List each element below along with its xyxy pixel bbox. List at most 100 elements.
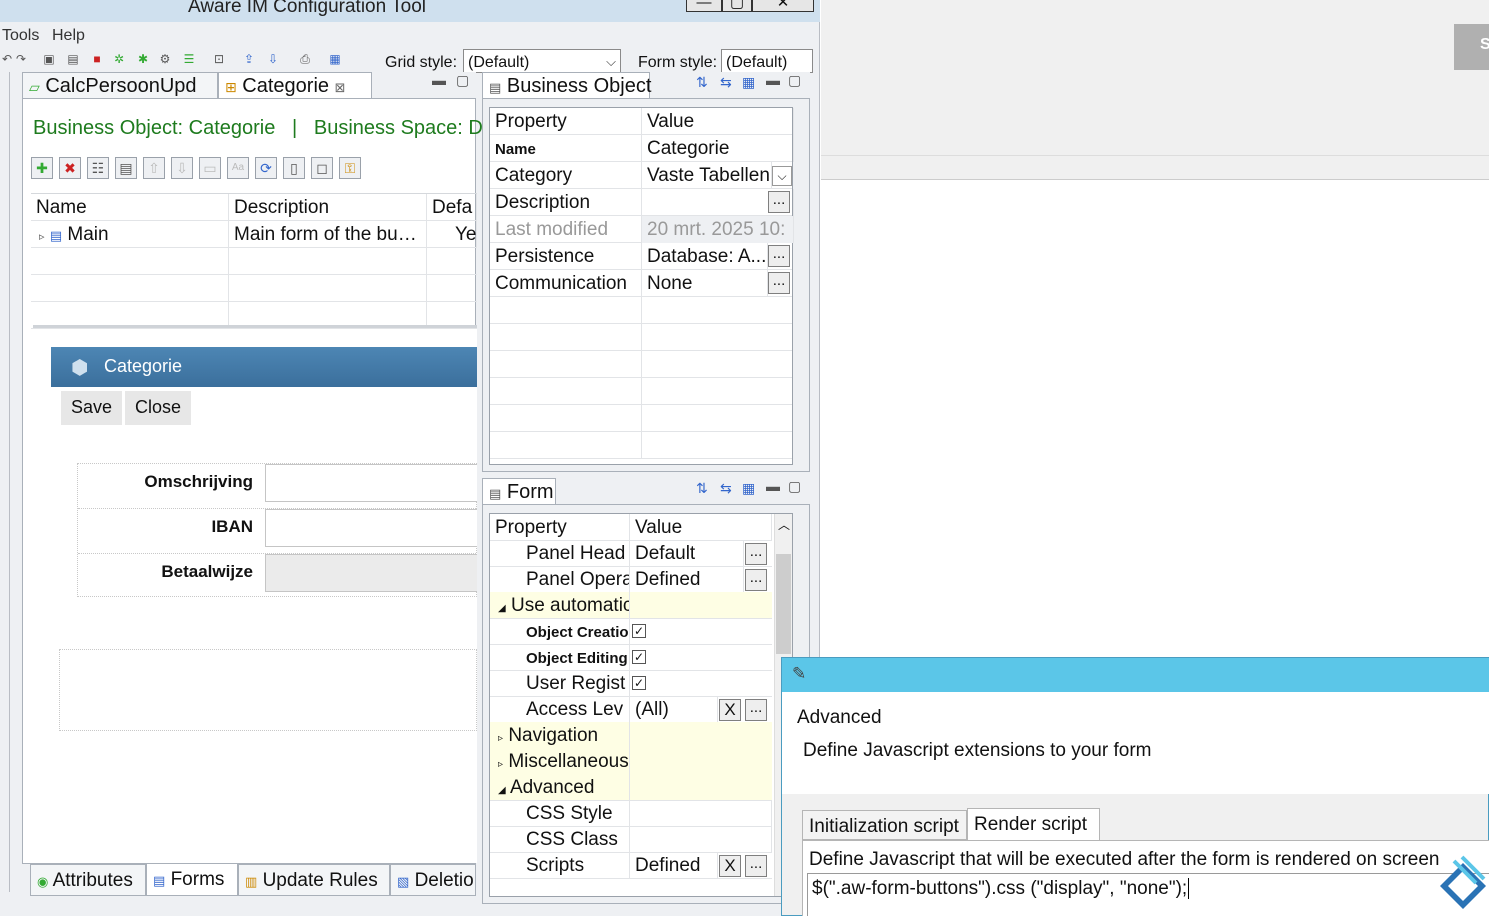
sort-icon[interactable]: ⇅	[696, 74, 708, 91]
category-select[interactable]: Vaste Tabellen	[642, 162, 772, 189]
category-row[interactable]: ◢ Advanced	[490, 774, 772, 801]
tab-business-object[interactable]: ▤ Business Object	[482, 72, 651, 98]
tab-categorie[interactable]: ⊞ Categorie ⊠	[218, 72, 372, 98]
tab-forms[interactable]: ▤ Forms	[146, 864, 238, 896]
import-icon[interactable]: ⇩	[266, 52, 280, 66]
form-style-select[interactable]: (Default)	[721, 49, 813, 73]
tab-deletion[interactable]: ▧ Deletio	[390, 864, 476, 896]
tab-update-rules[interactable]: ▥ Update Rules	[238, 864, 390, 896]
tab-initialization-script[interactable]: Initialization script	[802, 810, 967, 840]
minimize-panel-icon[interactable]: ▬	[766, 478, 780, 494]
property-row-description[interactable]: Description ...	[490, 189, 794, 216]
property-value[interactable]: Defined	[630, 566, 744, 593]
column-header-description[interactable]: Description	[229, 194, 427, 221]
undo-icon[interactable]: ↶	[0, 52, 14, 66]
property-row-communication[interactable]: Communication None ...	[490, 270, 792, 297]
property-row[interactable]: User Regist ✓	[490, 670, 772, 697]
property-row[interactable]: Panel Opera Defined ...	[490, 566, 772, 593]
menu-tools[interactable]: Tools	[2, 27, 39, 45]
property-row-name[interactable]: Name Categorie	[490, 135, 794, 162]
connect-icon[interactable]: ⚙	[158, 52, 172, 66]
copy-icon[interactable]: ▭	[199, 157, 221, 179]
panel-operations-edit-button[interactable]: ...	[745, 569, 767, 591]
script-editor[interactable]: $(".aw-form-buttons").css ("display", "n…	[807, 873, 1489, 916]
bug-icon[interactable]: ✱	[136, 52, 150, 66]
property-value[interactable]	[630, 800, 772, 827]
property-row[interactable]: CSS Style	[490, 800, 772, 827]
move-down-icon[interactable]: ⇩	[171, 157, 193, 179]
category-row[interactable]: ▹ Navigation	[490, 722, 772, 749]
minimize-panel-icon[interactable]: ▬	[432, 72, 446, 88]
maximize-panel-icon[interactable]: ▢	[788, 478, 801, 495]
filter-icon[interactable]: ⇆	[720, 480, 732, 497]
maximize-button[interactable]: ▢	[722, 0, 752, 12]
menu-help[interactable]: Help	[52, 27, 85, 45]
tab-calcpersoonupd[interactable]: ▱ CalcPersoonUpd	[22, 72, 218, 98]
chevron-down-icon[interactable]: ⌵	[772, 166, 792, 186]
grid-style-select[interactable]: (Default) ⌵	[463, 49, 621, 73]
property-value[interactable]: Default	[630, 540, 744, 567]
properties-icon[interactable]: ☷	[87, 157, 109, 179]
user-registration-checkbox[interactable]: ✓	[632, 676, 646, 690]
expand-arrow-icon[interactable]: ▹	[39, 231, 45, 243]
property-value[interactable]: Defined	[630, 852, 718, 879]
property-row-persistence[interactable]: Persistence Database: A... ...	[490, 243, 792, 270]
property-value[interactable]	[630, 826, 772, 853]
font-icon[interactable]: Aa	[227, 157, 249, 179]
panel-header-edit-button[interactable]: ...	[745, 543, 767, 565]
table-row[interactable]: ▹ ▤ Main Main form of the bu… Ye	[31, 221, 477, 248]
betaalwijze-select[interactable]	[265, 554, 477, 592]
list-icon[interactable]: ☰	[182, 52, 196, 66]
device-icon[interactable]: ▯	[283, 157, 305, 179]
property-row-category[interactable]: Category Vaste Tabellen ⌵	[490, 162, 792, 189]
property-value[interactable]: Categorie	[642, 135, 794, 162]
scroll-up-icon[interactable]: ︿	[778, 516, 790, 533]
clear-access-level-button[interactable]: X	[719, 699, 741, 721]
omschrijving-input[interactable]	[265, 464, 477, 502]
splitter[interactable]	[33, 325, 477, 328]
minimize-button[interactable]: —	[686, 0, 722, 12]
table-icon[interactable]: ▦	[742, 74, 755, 91]
tab-form[interactable]: ▤ Form	[482, 478, 556, 504]
table-icon[interactable]: ▦	[742, 480, 755, 497]
new-object-icon[interactable]: ▣	[42, 52, 56, 66]
minimize-panel-icon[interactable]: ▬	[766, 72, 780, 88]
collapse-arrow-icon[interactable]: ◢	[498, 785, 506, 796]
tab-render-script[interactable]: Render script	[967, 808, 1100, 841]
refresh-icon[interactable]: ⟳	[255, 157, 277, 179]
add-icon[interactable]: ✚	[31, 157, 53, 179]
maximize-panel-icon[interactable]: ▢	[788, 72, 801, 89]
expand-arrow-icon[interactable]: ▹	[498, 733, 503, 744]
process-icon[interactable]: ✲	[112, 52, 126, 66]
move-up-icon[interactable]: ⇧	[143, 157, 165, 179]
property-row[interactable]: Scripts Defined X ...	[490, 852, 772, 879]
collapse-arrow-icon[interactable]: ◢	[498, 603, 506, 614]
grid-icon[interactable]: ▤	[115, 157, 137, 179]
maximize-panel-icon[interactable]: ▢	[456, 72, 469, 89]
key-icon[interactable]: ⚿	[339, 157, 361, 179]
property-value[interactable]: Database: A...	[642, 243, 768, 270]
save-button[interactable]: Save	[61, 391, 123, 425]
filter-icon[interactable]: ⇆	[720, 74, 732, 91]
close-window-button[interactable]: ✕	[752, 0, 814, 12]
sort-icon[interactable]: ⇅	[696, 480, 708, 497]
side-button[interactable]: S	[1454, 24, 1489, 70]
iban-input[interactable]	[265, 509, 477, 547]
column-header-default[interactable]: Defa	[427, 194, 477, 221]
export-icon[interactable]: ⇪	[242, 52, 256, 66]
delete-icon[interactable]: ✖	[59, 157, 81, 179]
scroll-thumb[interactable]	[776, 554, 791, 654]
category-row[interactable]: ◢ Use automatic	[490, 592, 772, 619]
property-row[interactable]: Object Editing ✓	[490, 644, 772, 671]
property-row[interactable]: Panel Head Default ...	[490, 540, 772, 567]
clear-scripts-button[interactable]: X	[719, 855, 741, 877]
object-editing-checkbox[interactable]: ✓	[632, 650, 646, 664]
rule-icon[interactable]: ■	[90, 52, 104, 66]
lock-icon[interactable]: ⊡	[212, 52, 226, 66]
property-row[interactable]: Object Creation ✓	[490, 618, 772, 645]
description-edit-button[interactable]: ...	[768, 191, 790, 213]
property-value[interactable]: None	[642, 270, 768, 297]
close-tab-icon[interactable]: ⊠	[335, 80, 346, 95]
tab-attributes[interactable]: ◉ Attributes	[30, 864, 146, 896]
deploy-icon[interactable]: ▦	[328, 52, 342, 66]
